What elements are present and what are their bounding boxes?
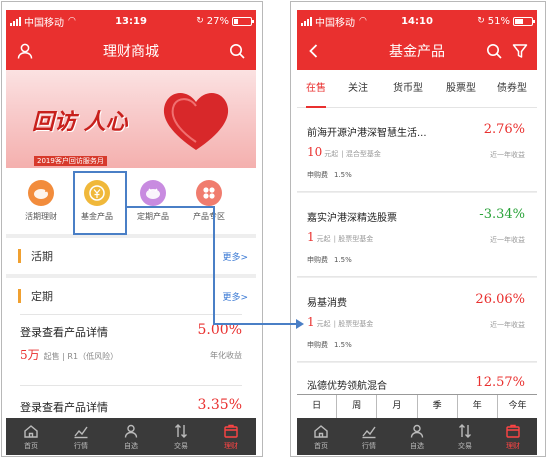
- annotation-arrow: [127, 206, 304, 329]
